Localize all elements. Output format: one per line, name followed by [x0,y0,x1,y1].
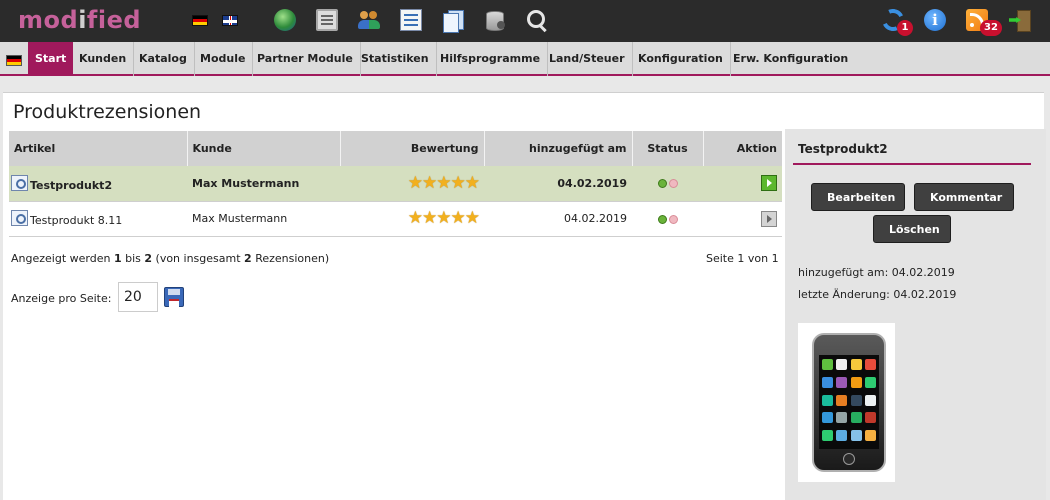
status-inactive-icon[interactable] [668,214,678,224]
phone-icon [812,333,886,472]
logo-part: mod [18,6,79,34]
rating-cell: ★★★★★ [340,201,484,237]
date-cell: 04.02.2019 [484,201,632,237]
table-header-row: Artikel Kunde Bewertung hinzugefügt am S… [9,131,782,166]
summary-to: 2 [144,252,153,265]
preview-icon[interactable] [11,210,28,226]
status-active-icon[interactable] [657,179,667,189]
logo[interactable]: modified [18,6,141,34]
flag-uk-icon[interactable] [222,15,238,26]
per-page-input[interactable] [118,282,158,312]
added-date: hinzugefügt am: 04.02.2019 [798,266,955,279]
search-icon[interactable] [526,9,548,31]
page-info: Seite 1 von 1 [706,252,779,265]
menu-item-partner-module[interactable]: Partner Module [250,42,361,76]
rating-stars-icon: ★★★★★ [407,208,480,228]
comment-button[interactable]: Kommentar [914,183,1014,211]
page-title: Produktrezensionen [13,101,202,123]
table-row[interactable]: Testprodukt 8.11 Max Mustermann ★★★★★ 04… [9,201,782,237]
status-cell [632,166,703,202]
summary-from: 1 [113,252,122,265]
logout-icon[interactable] [1009,9,1031,32]
column-header-status[interactable]: Status [632,131,704,166]
basket-icon[interactable] [316,9,338,31]
per-page-label: Anzeige pro Seite: [11,292,112,305]
column-header-date[interactable]: hinzugefügt am [484,131,633,166]
status-active-icon[interactable] [657,214,667,224]
menu-item-kunden[interactable]: Kunden [72,42,135,76]
artikel-name: Testprodukt 8.11 [30,214,123,227]
list-icon[interactable] [400,9,422,31]
sync-badge: 1 [897,20,913,36]
menu-item-konfiguration[interactable]: Konfiguration [631,42,731,76]
flag-de-icon[interactable] [6,55,22,66]
artikel-cell: Testprodukt 8.11 [9,201,187,237]
status-cell [632,201,703,237]
status-inactive-icon[interactable] [668,179,678,189]
column-header-bewertung[interactable]: Bewertung [340,131,485,166]
artikel-cell: Testprodukt2 [9,166,187,202]
detail-sidebar: Testprodukt2 Bearbeiten Kommentar Lösche… [785,129,1046,500]
kunde-cell: Max Mustermann [187,201,340,237]
result-summary: Angezeigt werden 1 bis 2 (von insgesamt … [11,252,329,265]
menu-item-statistiken[interactable]: Statistiken [354,42,437,76]
sidebar-title: Testprodukt2 [798,142,888,156]
table-row[interactable]: Testprodukt2 Max Mustermann ★★★★★ 04.02.… [9,166,782,202]
menu-item-start[interactable]: Start [28,42,74,76]
menu-item-land-steuer[interactable]: Land/Steuer [542,42,633,76]
menu-item-katalog[interactable]: Katalog [132,42,195,76]
rating-stars-icon: ★★★★★ [407,172,480,193]
database-icon[interactable] [484,9,506,31]
main-menu: Start Kunden Katalog Module Partner Modu… [0,42,1050,76]
menu-item-hilfsprogramme[interactable]: Hilfsprogramme [433,42,549,76]
info-icon[interactable]: i [924,9,946,31]
top-bar: modified 1 i 32 [0,0,1050,42]
menu-item-erw-konfiguration[interactable]: Erw. Konfiguration [726,42,855,76]
save-icon[interactable] [164,287,184,307]
summary-total: 2 [244,252,252,265]
rss-badge: 32 [980,20,1002,36]
action-cell [703,166,782,202]
kunde-cell: Max Mustermann [187,166,340,202]
edit-button[interactable]: Bearbeiten [811,183,905,211]
logo-part: i [78,6,87,34]
menu-item-module[interactable]: Module [193,42,254,76]
column-header-artikel[interactable]: Artikel [9,131,188,166]
documents-icon[interactable] [442,9,464,33]
date-cell: 04.02.2019 [484,166,632,202]
summary-text: bis [121,252,145,265]
rating-cell: ★★★★★ [340,166,484,202]
delete-button[interactable]: Löschen [873,215,951,243]
summary-text: Angezeigt werden [11,252,114,265]
action-arrow-icon[interactable] [761,210,777,227]
action-arrow-icon[interactable] [761,175,777,192]
globe-icon[interactable] [274,9,296,31]
artikel-name: Testprodukt2 [30,178,113,192]
customers-icon[interactable] [358,9,380,31]
summary-text: Rezensionen) [251,252,330,265]
product-image[interactable] [798,323,895,482]
action-cell [703,201,782,237]
changed-date: letzte Änderung: 04.02.2019 [798,288,957,301]
sidebar-divider [793,163,1031,165]
summary-text: (von insgesamt [152,252,245,265]
flag-de-icon[interactable] [192,15,208,26]
column-header-kunde[interactable]: Kunde [187,131,341,166]
column-header-aktion: Aktion [703,131,782,166]
logo-part: fied [86,6,142,34]
preview-icon[interactable] [11,174,28,191]
reviews-table: Artikel Kunde Bewertung hinzugefügt am S… [9,131,782,237]
